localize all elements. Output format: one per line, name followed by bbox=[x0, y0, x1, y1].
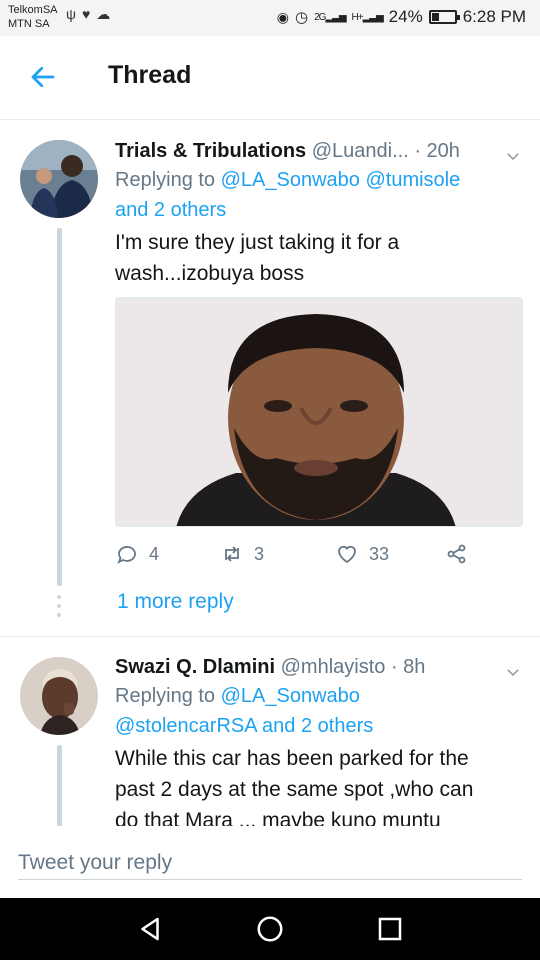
tweet-time: · 20h bbox=[414, 140, 460, 162]
retweet-action[interactable]: 3 bbox=[220, 542, 264, 566]
reply-composer bbox=[0, 826, 540, 898]
carrier-labels: TelkomSA MTN SA bbox=[8, 3, 58, 31]
reply-count: 4 bbox=[149, 543, 160, 564]
nav-recents-icon[interactable] bbox=[375, 914, 405, 944]
status-bar: TelkomSA MTN SA ψ ♥ ☁ ◉ ◷ 2G▂▃▅ H+▂▃▅ 24… bbox=[0, 0, 540, 36]
replying-to: Replying to @LA_Sonwabo bbox=[115, 681, 522, 711]
nav-home-icon[interactable] bbox=[255, 914, 285, 944]
tweet-actions: 4 3 33 bbox=[115, 542, 515, 574]
tweet-image[interactable] bbox=[115, 297, 523, 527]
status-right: ◉ ◷ 2G▂▃▅ H+▂▃▅ 24% 6:28 PM bbox=[277, 7, 526, 27]
replying-prefix: Replying to bbox=[115, 685, 216, 707]
heart-icon bbox=[338, 545, 356, 564]
avatar[interactable] bbox=[20, 140, 98, 218]
battery-percent: 24% bbox=[388, 7, 423, 26]
reply-input[interactable] bbox=[18, 846, 522, 880]
tweet-text: While this car has been parked for the p… bbox=[115, 747, 474, 826]
tweet-2[interactable]: Swazi Q. Dlamini @mhlayisto · 8h Replyin… bbox=[0, 637, 540, 826]
author-handle[interactable]: @mhlayisto bbox=[281, 656, 386, 678]
replying-prefix: Replying to bbox=[115, 169, 216, 191]
usb-icon: ψ bbox=[66, 6, 76, 22]
retweet-icon bbox=[225, 546, 239, 562]
system-nav-bar bbox=[0, 898, 540, 960]
author-name[interactable]: Trials & Tribulations bbox=[115, 140, 306, 162]
battery-icon bbox=[428, 10, 460, 24]
health-icon: ♥ bbox=[81, 6, 91, 22]
thread-line bbox=[57, 745, 62, 826]
like-count: 33 bbox=[369, 543, 390, 564]
chevron-down-icon[interactable] bbox=[504, 147, 522, 165]
chevron-down-icon[interactable] bbox=[504, 663, 522, 681]
clock: 6:28 PM bbox=[462, 7, 526, 26]
replying-others-link[interactable]: @stolencarRSA and 2 others bbox=[115, 715, 373, 737]
tweet-meta: Swazi Q. Dlamini @mhlayisto · 8h bbox=[115, 653, 522, 681]
page-title: Thread bbox=[108, 61, 192, 89]
tweet-meta: Trials & Tribulations @Luandi... · 20h bbox=[115, 137, 522, 165]
tweet-time: · 8h bbox=[390, 656, 426, 678]
back-arrow-icon[interactable] bbox=[28, 62, 58, 92]
replying-users-link[interactable]: @LA_Sonwabo bbox=[221, 685, 360, 707]
author-handle[interactable]: @Luandi... bbox=[312, 140, 409, 162]
cloud-icon: ☁ bbox=[96, 6, 111, 22]
replying-users-link[interactable]: @LA_Sonwabo @tumisole bbox=[221, 169, 461, 191]
alarm-icon: ◷ bbox=[295, 9, 309, 26]
reply-action[interactable]: 4 bbox=[115, 542, 159, 566]
reply-icon bbox=[117, 546, 136, 564]
app-header: Thread bbox=[0, 36, 540, 120]
share-icon bbox=[447, 544, 466, 564]
thread-line bbox=[57, 228, 62, 586]
signal-icon-2: H+▂▃▅ bbox=[351, 11, 384, 23]
share-action[interactable] bbox=[445, 542, 469, 566]
vibrate-icon: ◉ bbox=[276, 8, 289, 25]
nav-back-icon[interactable] bbox=[135, 914, 165, 944]
replying-to: Replying to @LA_Sonwabo @tumisole bbox=[115, 165, 522, 195]
tweet-text: I'm sure they just taking it for a wash.… bbox=[115, 231, 400, 285]
replying-others-link[interactable]: and 2 others bbox=[115, 199, 226, 221]
tweet-body: Swazi Q. Dlamini @mhlayisto · 8h Replyin… bbox=[115, 653, 522, 826]
more-replies-link[interactable]: 1 more reply bbox=[117, 590, 234, 614]
tweet-body: Trials & Tribulations @Luandi... · 20h R… bbox=[115, 137, 522, 289]
thread-dots bbox=[56, 595, 62, 617]
carrier-2: MTN SA bbox=[8, 18, 50, 30]
retweet-count: 3 bbox=[254, 543, 265, 564]
carrier-1: TelkomSA bbox=[8, 4, 58, 16]
like-action[interactable]: 33 bbox=[335, 542, 389, 566]
notification-icons: ψ ♥ ☁ bbox=[66, 6, 110, 23]
author-name[interactable]: Swazi Q. Dlamini bbox=[115, 656, 275, 678]
signal-icon-1: 2G▂▃▅ bbox=[314, 11, 346, 23]
avatar[interactable] bbox=[20, 657, 98, 735]
